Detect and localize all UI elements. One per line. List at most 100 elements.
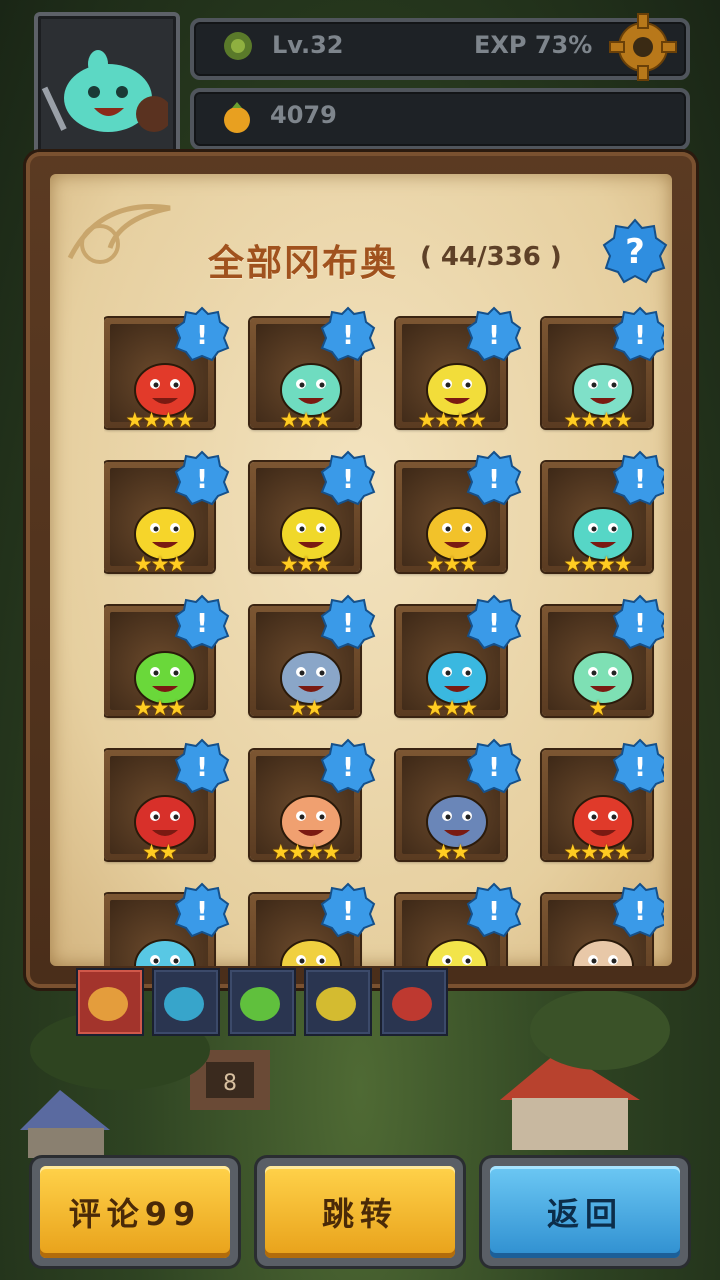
svg-text:!: !: [196, 753, 208, 783]
star-rating: ★★★: [425, 696, 478, 720]
gumball-card[interactable]: ! ★★★★: [542, 738, 664, 864]
info-icon[interactable]: !: [320, 738, 376, 794]
gumball-card[interactable]: ! ★★★: [396, 594, 522, 720]
svg-text:!: !: [488, 897, 500, 927]
parchment: 全部冈布奥 ( 44/336 ) ? ! ★★★★! ★★★! ★★★★! ★★★★! ★…: [50, 174, 672, 966]
star-rating: ★★: [142, 840, 178, 864]
info-icon[interactable]: !: [466, 594, 522, 650]
star-rating: ★★★: [133, 552, 186, 576]
tab-red[interactable]: [380, 968, 448, 1036]
tab-gumball-icon: [88, 987, 128, 1021]
svg-text:!: !: [342, 753, 354, 783]
info-icon[interactable]: !: [466, 450, 522, 506]
info-icon[interactable]: !: [612, 738, 664, 794]
question-icon[interactable]: ?: [602, 218, 668, 284]
star-rating: ★★★★: [563, 408, 632, 432]
gumball-card[interactable]: ! ★★: [250, 594, 376, 720]
back-label: 返回: [490, 1166, 680, 1258]
star-rating: ★★★★: [271, 840, 340, 864]
info-icon[interactable]: !: [466, 882, 522, 938]
svg-text:?: ?: [625, 232, 645, 272]
svg-text:!: !: [342, 465, 354, 495]
ornament-icon: [67, 204, 171, 264]
gumball-card[interactable]: ! ★★★: [104, 450, 230, 576]
exp-text: EXP 73%: [474, 31, 593, 59]
star-rating: ★★★: [279, 408, 332, 432]
svg-text:!: !: [196, 321, 208, 351]
svg-text:!: !: [488, 465, 500, 495]
leaf-icon: [224, 32, 252, 60]
collection-count: ( 44/336 ): [420, 242, 562, 272]
svg-text:!: !: [342, 897, 354, 927]
gumball-card[interactable]: ! ★★★★: [396, 306, 522, 432]
star-rating: ★★★: [425, 552, 478, 576]
gumball-card[interactable]: ! ★★★: [250, 450, 376, 576]
gumball-card[interactable]: ! ★★★★: [542, 306, 664, 432]
gumball-card[interactable]: ! ★★★: [396, 450, 522, 576]
info-icon[interactable]: !: [466, 738, 522, 794]
info-icon[interactable]: !: [320, 594, 376, 650]
info-icon[interactable]: !: [320, 882, 376, 938]
panel-title: 全部冈布奥: [208, 243, 399, 284]
gumball-card[interactable]: ! ★★★★: [104, 306, 230, 432]
star-rating: ★★: [434, 840, 470, 864]
gumball-card[interactable]: !: [542, 882, 664, 966]
info-icon[interactable]: !: [320, 450, 376, 506]
tab-green[interactable]: [228, 968, 296, 1036]
star-rating: ★★: [288, 696, 324, 720]
tab-gumball-icon: [240, 987, 280, 1021]
currency-text: 4079: [270, 101, 337, 129]
jump-button[interactable]: 跳转: [257, 1158, 463, 1266]
gumball-card[interactable]: ! ★★★: [250, 306, 376, 432]
tab-gumball-icon: [164, 987, 204, 1021]
collection-panel: 全部冈布奥 ( 44/336 ) ? ! ★★★★! ★★★! ★★★★! ★★★★! ★…: [26, 152, 696, 988]
info-icon[interactable]: !: [612, 306, 664, 362]
player-avatar[interactable]: [34, 12, 180, 158]
gear-icon[interactable]: [608, 12, 678, 82]
jump-label: 跳转: [265, 1166, 455, 1258]
info-icon[interactable]: !: [466, 306, 522, 362]
gumball-card[interactable]: !: [250, 882, 376, 966]
info-icon[interactable]: !: [612, 882, 664, 938]
svg-text:!: !: [196, 465, 208, 495]
svg-text:!: !: [488, 321, 500, 351]
tab-gumball-icon: [392, 987, 432, 1021]
gumball-card[interactable]: !: [104, 882, 230, 966]
comment-button[interactable]: 评论99: [32, 1158, 238, 1266]
gumball-card[interactable]: ! ★★★★: [542, 450, 664, 576]
info-icon[interactable]: !: [174, 594, 230, 650]
tab-yellow[interactable]: [304, 968, 372, 1036]
svg-text:!: !: [634, 753, 646, 783]
svg-text:!: !: [342, 321, 354, 351]
star-rating: ★★★★: [417, 408, 486, 432]
svg-text:!: !: [634, 321, 646, 351]
tab-blue[interactable]: [152, 968, 220, 1036]
star-rating: ★★★: [133, 696, 186, 720]
info-icon[interactable]: !: [320, 306, 376, 362]
back-button[interactable]: 返回: [482, 1158, 688, 1266]
svg-text:!: !: [488, 753, 500, 783]
gumball-card[interactable]: !: [396, 882, 522, 966]
svg-text:!: !: [196, 609, 208, 639]
svg-text:!: !: [634, 897, 646, 927]
gumball-card[interactable]: ! ★★: [104, 738, 230, 864]
gumball-card[interactable]: ! ★★: [396, 738, 522, 864]
tab-all[interactable]: [76, 968, 144, 1036]
svg-text:!: !: [488, 609, 500, 639]
star-rating: ★★★: [279, 552, 332, 576]
info-icon[interactable]: !: [174, 450, 230, 506]
info-icon[interactable]: !: [612, 594, 664, 650]
svg-text:!: !: [196, 897, 208, 927]
gumball-card[interactable]: ! ★★★★: [250, 738, 376, 864]
info-icon[interactable]: !: [174, 306, 230, 362]
gumball-card[interactable]: ! ★★★: [104, 594, 230, 720]
currency-bar: 4079: [190, 88, 690, 150]
info-icon[interactable]: !: [174, 882, 230, 938]
svg-text:8: 8: [223, 1071, 237, 1096]
gumball-card[interactable]: ! ★: [542, 594, 664, 720]
info-icon[interactable]: !: [612, 450, 664, 506]
star-rating: ★★★★: [563, 840, 632, 864]
info-icon[interactable]: !: [174, 738, 230, 794]
svg-text:!: !: [634, 465, 646, 495]
level-text: Lv.32: [272, 31, 344, 59]
